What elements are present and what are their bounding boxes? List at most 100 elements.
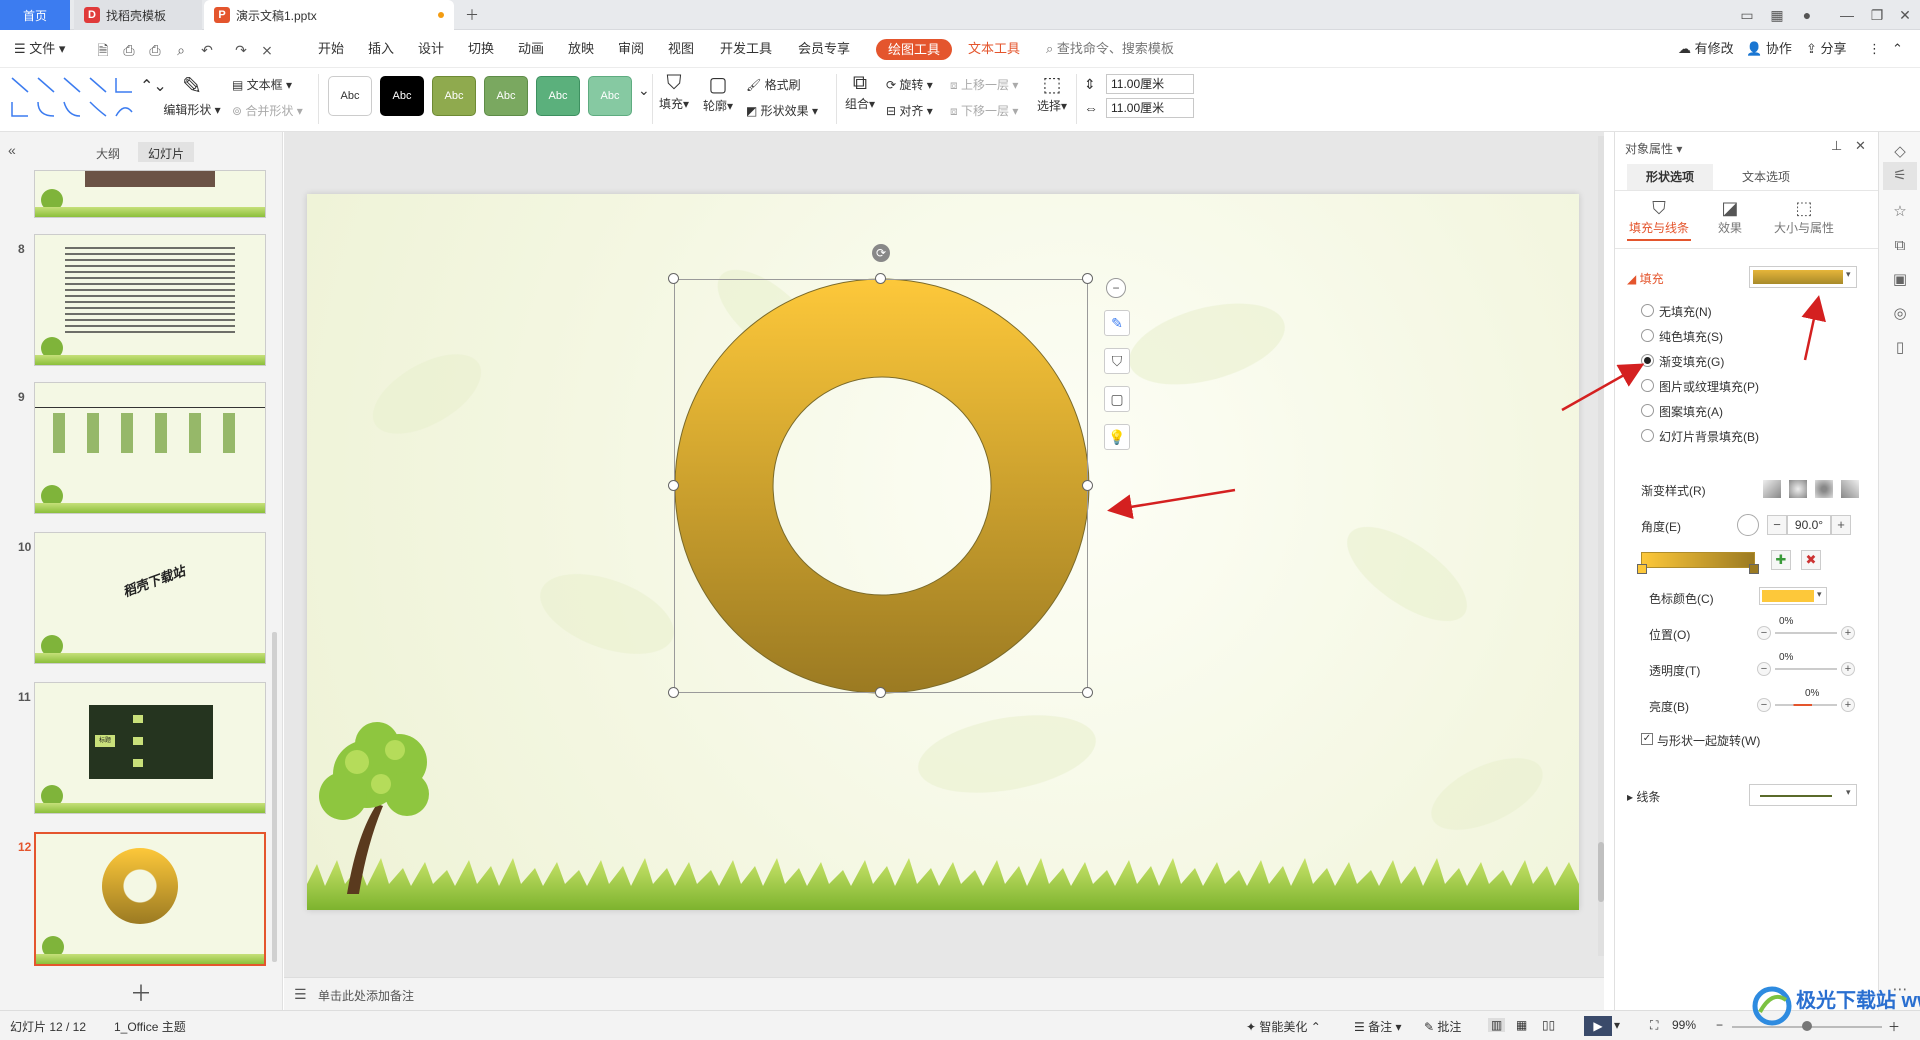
- transparency-increase-icon[interactable]: +: [1841, 662, 1855, 676]
- fill-button[interactable]: ⛉ 填充▾: [656, 72, 692, 112]
- tab-template[interactable]: D 找稻壳模板: [74, 0, 202, 30]
- export-pdf-icon[interactable]: ⎙: [120, 41, 138, 59]
- group-button[interactable]: ⧉ 组合▾: [842, 72, 878, 112]
- fill-section-toggle[interactable]: ◢ 填充: [1627, 270, 1664, 287]
- add-slide-icon[interactable]: ＋: [130, 976, 152, 1008]
- menu-developer[interactable]: 开发工具: [720, 30, 772, 68]
- notes-bar[interactable]: ☰ 单击此处添加备注: [284, 977, 1604, 1010]
- editor-scrollbar-thumb[interactable]: [1598, 842, 1604, 902]
- style-preset-1[interactable]: Abc: [328, 76, 372, 116]
- collapse-panel-icon[interactable]: «: [8, 142, 16, 158]
- resize-handle-e[interactable]: [1082, 480, 1093, 491]
- smart-beautify-button[interactable]: ✦ 智能美化 ⌃: [1246, 1018, 1321, 1035]
- menu-design[interactable]: 设计: [418, 30, 444, 68]
- menu-start[interactable]: 开始: [318, 30, 344, 68]
- format-painter-button[interactable]: 🖌 格式刷: [746, 76, 801, 93]
- slide-thumbnail-12[interactable]: [34, 832, 266, 966]
- zoom-out-icon[interactable]: −: [1716, 1018, 1723, 1032]
- panel-title[interactable]: 对象属性 ▾: [1625, 140, 1682, 157]
- undo-icon[interactable]: ↶: [198, 41, 216, 59]
- resize-handle-w[interactable]: [668, 480, 679, 491]
- slide-thumbnail-7[interactable]: [34, 170, 266, 218]
- preview-icon[interactable]: ⌕: [172, 41, 190, 59]
- gradient-style-linear[interactable]: [1763, 480, 1781, 498]
- share-button[interactable]: ⇪ 分享: [1806, 30, 1847, 68]
- send-backward-button[interactable]: ⧈ 下移一层 ▾: [950, 102, 1018, 119]
- menu-member[interactable]: 会员专享: [798, 30, 850, 68]
- transparency-slider[interactable]: [1775, 668, 1837, 670]
- style-preset-3[interactable]: Abc: [432, 76, 476, 116]
- menu-view[interactable]: 视图: [668, 30, 694, 68]
- reading-view-icon[interactable]: ▯▯: [1542, 1018, 1555, 1032]
- normal-view-icon[interactable]: ▥: [1488, 1018, 1506, 1032]
- sub-tab-effects[interactable]: ◪ 效果: [1705, 198, 1755, 236]
- more-icon[interactable]: ⋮: [1868, 30, 1881, 68]
- brightness-slider[interactable]: [1775, 704, 1837, 706]
- transparency-decrease-icon[interactable]: −: [1757, 662, 1771, 676]
- tab-outline[interactable]: 大纲: [96, 145, 120, 162]
- resize-handle-se[interactable]: [1082, 687, 1093, 698]
- slide-thumbnail-10[interactable]: 稻壳下载站: [34, 532, 266, 664]
- tab-document[interactable]: P 演示文稿1.pptx: [204, 0, 454, 30]
- avatar-icon[interactable]: ●: [1795, 5, 1819, 25]
- star-icon[interactable]: ☆: [1890, 202, 1910, 222]
- width-input[interactable]: 11.00厘米: [1106, 98, 1194, 118]
- sorter-view-icon[interactable]: ▦: [1516, 1018, 1527, 1032]
- gradient-style-radial[interactable]: [1789, 480, 1807, 498]
- edit-shape-button[interactable]: ✎ 编辑形状 ▾: [162, 72, 222, 118]
- merge-shape-button[interactable]: ⊚ 合并形状 ▾: [232, 102, 303, 119]
- menu-slideshow[interactable]: 放映: [568, 30, 594, 68]
- collab-button[interactable]: 👤 协作: [1746, 30, 1792, 68]
- menu-review[interactable]: 审阅: [618, 30, 644, 68]
- close-icon[interactable]: ✕: [1893, 5, 1917, 25]
- stop-color-dropdown[interactable]: ▾: [1759, 587, 1827, 605]
- angle-decrease-button[interactable]: −: [1767, 515, 1787, 535]
- style-preset-4[interactable]: Abc: [484, 76, 528, 116]
- lightbulb-icon[interactable]: 💡: [1104, 424, 1130, 450]
- slide-thumbnail-11[interactable]: 标题: [34, 682, 266, 814]
- brightness-decrease-icon[interactable]: −: [1757, 698, 1771, 712]
- rotate-handle-icon[interactable]: ⟳: [872, 244, 890, 262]
- collapse-ribbon-icon[interactable]: ⌃: [1892, 30, 1903, 68]
- play-slideshow-icon[interactable]: ▶: [1584, 1016, 1612, 1036]
- minimize-icon[interactable]: —: [1835, 5, 1859, 25]
- rotate-with-shape-checkbox[interactable]: ✓: [1641, 733, 1653, 745]
- resize-handle-n[interactable]: [875, 273, 886, 284]
- menu-insert[interactable]: 插入: [368, 30, 394, 68]
- book-icon[interactable]: ▯: [1890, 338, 1910, 358]
- fill-color-dropdown[interactable]: ▾: [1749, 266, 1857, 288]
- line-section-toggle[interactable]: ▸ 线条: [1627, 788, 1660, 805]
- theme-name[interactable]: 1_Office 主题: [114, 1018, 186, 1035]
- menu-text-tools[interactable]: 文本工具: [968, 30, 1020, 68]
- angle-increase-button[interactable]: +: [1831, 515, 1851, 535]
- slide-canvas[interactable]: ⟳ − ✎ ⛉ ▢ 💡: [307, 194, 1579, 910]
- outline-icon[interactable]: ▢: [1104, 386, 1130, 412]
- radio-solid-fill[interactable]: [1641, 329, 1654, 342]
- tab-text-options[interactable]: 文本选项: [1723, 164, 1809, 190]
- resize-handle-s[interactable]: [875, 687, 886, 698]
- compass-icon[interactable]: ◎: [1890, 304, 1910, 324]
- sliders-icon[interactable]: ⚟: [1890, 166, 1910, 186]
- radio-pattern-fill[interactable]: [1641, 404, 1654, 417]
- add-stop-icon[interactable]: ✚: [1771, 550, 1791, 570]
- bring-forward-button[interactable]: ⧈ 上移一层 ▾: [950, 76, 1018, 93]
- line-shapes-gallery[interactable]: [8, 72, 138, 124]
- image-icon[interactable]: ▣: [1890, 270, 1910, 290]
- menu-drawing-tools[interactable]: 绘图工具: [876, 39, 953, 60]
- sub-tab-size[interactable]: ⬚ 大小与属性: [1767, 198, 1841, 236]
- slide-thumbnail-9[interactable]: [34, 382, 266, 514]
- print-icon[interactable]: ⎙: [146, 41, 164, 59]
- slide-thumbnail-8[interactable]: [34, 234, 266, 366]
- rotate-button[interactable]: ⟳ 旋转 ▾: [886, 76, 933, 93]
- close-panel-icon[interactable]: ✕: [1855, 138, 1866, 154]
- thumbnail-scrollbar[interactable]: [272, 632, 277, 962]
- has-changes-button[interactable]: ☁ 有修改: [1678, 30, 1734, 68]
- play-options-icon[interactable]: ▾: [1614, 1018, 1620, 1032]
- redo-icon[interactable]: ↷: [232, 41, 250, 59]
- sub-tab-fill-line[interactable]: ⛉ 填充与线条: [1627, 198, 1691, 241]
- style-preset-2[interactable]: Abc: [380, 76, 424, 116]
- layout-icon[interactable]: ▭: [1735, 5, 1759, 25]
- text-box-button[interactable]: ▤ 文本框 ▾: [232, 76, 292, 93]
- style-preset-6[interactable]: Abc: [588, 76, 632, 116]
- editor-scrollbar-track[interactable]: [1598, 136, 1604, 956]
